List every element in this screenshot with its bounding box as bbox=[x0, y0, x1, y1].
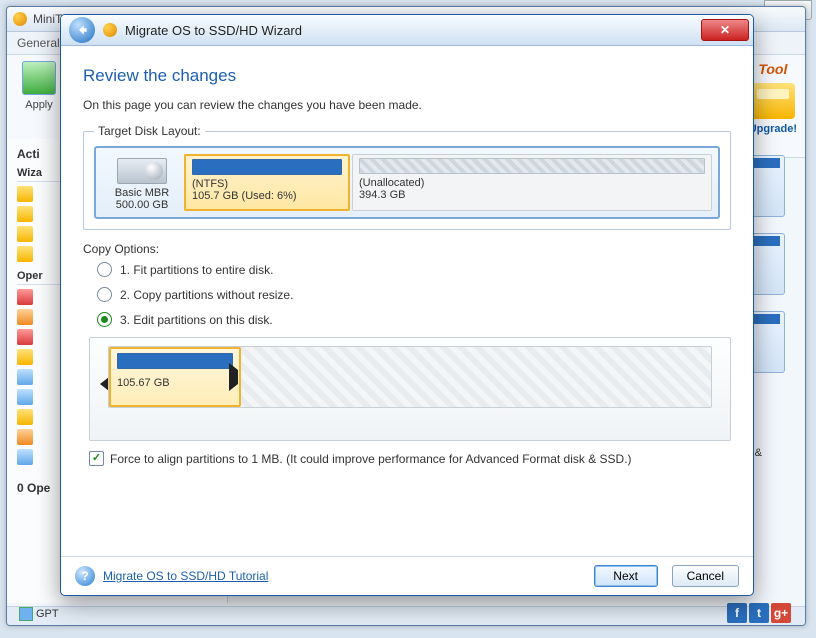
op-icon bbox=[17, 309, 33, 325]
partition-size: 105.7 GB (Used: 6%) bbox=[192, 190, 342, 202]
partition-editor: 105.67 GB bbox=[89, 337, 731, 441]
option-label: 2. Copy partitions without resize. bbox=[120, 288, 293, 302]
gplus-icon[interactable]: g+ bbox=[771, 603, 791, 623]
status-bar bbox=[7, 606, 805, 625]
dialog-title: Migrate OS to SSD/HD Wizard bbox=[125, 23, 302, 38]
editor-partition[interactable]: 105.67 GB bbox=[109, 347, 241, 407]
disk-info[interactable]: Basic MBR 500.00 GB bbox=[102, 154, 182, 211]
option-label: 3. Edit partitions on this disk. bbox=[120, 313, 273, 327]
option-fit-entire-disk[interactable]: 1. Fit partitions to entire disk. bbox=[97, 262, 731, 277]
radio-icon bbox=[97, 262, 112, 277]
copy-options-group: 1. Fit partitions to entire disk. 2. Cop… bbox=[97, 262, 731, 327]
dialog-titlebar: Migrate OS to SSD/HD Wizard ✕ bbox=[61, 15, 753, 46]
help-icon[interactable]: ? bbox=[75, 566, 95, 586]
usage-bar-icon bbox=[192, 159, 342, 175]
apply-icon bbox=[22, 61, 56, 95]
apply-label: Apply bbox=[25, 99, 53, 111]
twitter-icon[interactable]: t bbox=[749, 603, 769, 623]
legend-gpt: GPT bbox=[19, 607, 59, 621]
partition-fs: (NTFS) bbox=[192, 178, 342, 190]
legend-label: GPT bbox=[36, 608, 59, 620]
brand-area: Tool Upgrade! bbox=[749, 61, 797, 135]
migrate-wizard-dialog: Migrate OS to SSD/HD Wizard ✕ Review the… bbox=[60, 14, 754, 596]
page-heading: Review the changes bbox=[83, 66, 731, 86]
copy-options-label: Copy Options: bbox=[83, 242, 731, 256]
editor-row: 105.67 GB bbox=[100, 346, 720, 408]
force-align-row[interactable]: Force to align partitions to 1 MB. (It c… bbox=[89, 451, 731, 466]
usage-bar-icon bbox=[359, 158, 705, 174]
disk-icon bbox=[117, 158, 167, 184]
wizard-logo-icon bbox=[103, 23, 117, 37]
radio-icon bbox=[97, 312, 112, 327]
wizard-icon bbox=[17, 226, 33, 242]
partition-size: 394.3 GB bbox=[359, 189, 705, 201]
page-subtext: On this page you can review the changes … bbox=[83, 98, 731, 112]
cart-icon[interactable] bbox=[751, 83, 795, 119]
legend: GPT bbox=[19, 607, 59, 621]
wizard-icon bbox=[17, 186, 33, 202]
cancel-button[interactable]: Cancel bbox=[672, 565, 739, 587]
next-button[interactable]: Next bbox=[594, 565, 658, 587]
social-links: f t g+ bbox=[727, 603, 791, 623]
op-icon bbox=[17, 429, 33, 445]
op-icon bbox=[17, 409, 33, 425]
app-logo-icon bbox=[13, 12, 27, 26]
op-icon bbox=[17, 449, 33, 465]
option-edit-partitions[interactable]: 3. Edit partitions on this disk. bbox=[97, 312, 731, 327]
editor-track[interactable]: 105.67 GB bbox=[108, 346, 712, 408]
op-icon bbox=[17, 349, 33, 365]
partition-ntfs[interactable]: (NTFS) 105.7 GB (Used: 6%) bbox=[184, 154, 350, 211]
target-disk-fieldset: Target Disk Layout: Basic MBR 500.00 GB … bbox=[83, 124, 731, 230]
dialog-close-button[interactable]: ✕ bbox=[701, 19, 749, 41]
arrow-left-icon bbox=[75, 23, 89, 37]
dialog-body: Review the changes On this page you can … bbox=[61, 46, 753, 556]
legend-swatch-icon bbox=[19, 607, 33, 621]
facebook-icon[interactable]: f bbox=[727, 603, 747, 623]
editor-partition-size: 105.67 GB bbox=[117, 377, 233, 389]
target-disk-legend: Target Disk Layout: bbox=[94, 124, 205, 138]
op-icon bbox=[17, 289, 33, 305]
radio-icon bbox=[97, 287, 112, 302]
wizard-icon bbox=[17, 206, 33, 222]
op-icon bbox=[17, 329, 33, 345]
usage-bar-icon bbox=[117, 353, 233, 369]
force-align-label: Force to align partitions to 1 MB. (It c… bbox=[110, 452, 632, 466]
disk-layout-row: Basic MBR 500.00 GB (NTFS) 105.7 GB (Use… bbox=[94, 146, 720, 219]
partition-unallocated[interactable]: (Unallocated) 394.3 GB bbox=[352, 154, 712, 211]
partition-fs: (Unallocated) bbox=[359, 177, 705, 189]
back-button[interactable] bbox=[69, 17, 95, 43]
upgrade-label[interactable]: Upgrade! bbox=[749, 123, 797, 135]
main-window-title: MiniT bbox=[33, 12, 62, 26]
dialog-footer: ? Migrate OS to SSD/HD Tutorial Next Can… bbox=[61, 556, 753, 595]
op-icon bbox=[17, 389, 33, 405]
wizard-icon bbox=[17, 246, 33, 262]
checkbox-icon[interactable] bbox=[89, 451, 104, 466]
disk-type: Basic MBR bbox=[104, 187, 180, 199]
brand-label: Tool bbox=[749, 61, 797, 77]
toolbar-apply[interactable]: Apply bbox=[15, 61, 63, 111]
tutorial-link[interactable]: Migrate OS to SSD/HD Tutorial bbox=[103, 569, 268, 583]
disk-size: 500.00 GB bbox=[104, 199, 180, 211]
resize-handle-right-visible[interactable] bbox=[229, 363, 238, 391]
op-icon bbox=[17, 369, 33, 385]
option-label: 1. Fit partitions to entire disk. bbox=[120, 263, 273, 277]
option-copy-without-resize[interactable]: 2. Copy partitions without resize. bbox=[97, 287, 731, 302]
